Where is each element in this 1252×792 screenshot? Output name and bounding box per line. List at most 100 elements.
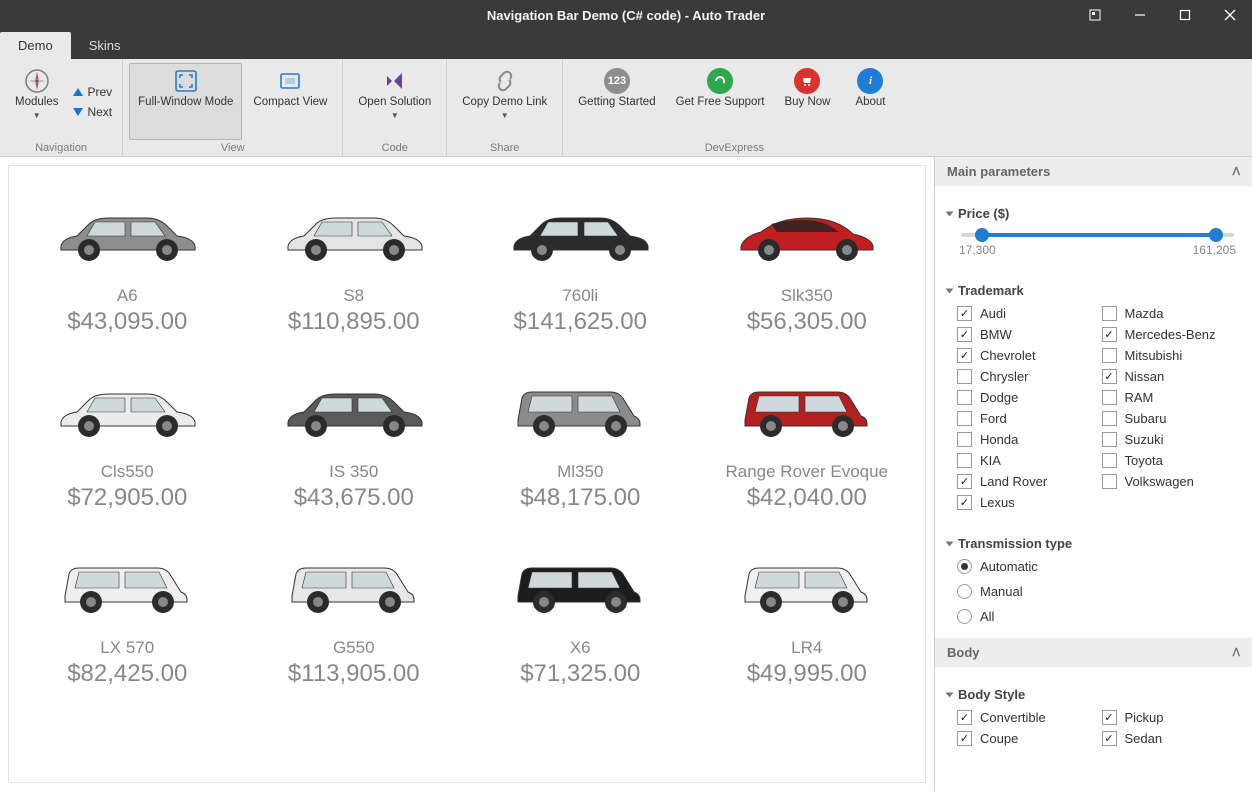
checkbox-label: Dodge xyxy=(980,390,1018,405)
price-slider[interactable] xyxy=(961,233,1234,237)
bodystyle-checkbox[interactable]: Pickup xyxy=(1102,710,1239,725)
car-card[interactable]: S8 $110,895.00 xyxy=(246,186,463,336)
car-card[interactable]: Cls550 $72,905.00 xyxy=(19,362,236,512)
compact-view-button[interactable]: Compact View xyxy=(244,63,336,140)
trademark-checkbox[interactable]: Mazda xyxy=(1102,306,1239,321)
checkbox-label: Chrysler xyxy=(980,369,1028,384)
price-section-title[interactable]: Price ($) xyxy=(947,206,1238,221)
checkbox-label: Chevrolet xyxy=(980,348,1036,363)
modules-button[interactable]: Modules▼ xyxy=(6,63,67,140)
tab-demo[interactable]: Demo xyxy=(0,32,71,59)
checkbox-icon xyxy=(957,348,972,363)
checkbox-icon xyxy=(957,453,972,468)
car-card[interactable]: X6 $71,325.00 xyxy=(472,538,689,688)
window-extra-icon[interactable] xyxy=(1072,0,1117,30)
price-slider-max-thumb[interactable] xyxy=(1209,228,1223,242)
checkbox-label: Suzuki xyxy=(1125,432,1164,447)
trademark-checkbox[interactable]: Dodge xyxy=(957,390,1094,405)
car-name: G550 xyxy=(333,638,375,658)
trademark-checkbox[interactable]: KIA xyxy=(957,453,1094,468)
car-card[interactable]: Slk350 $56,305.00 xyxy=(699,186,916,336)
price-min-label: 17,300 xyxy=(959,243,996,257)
car-image xyxy=(722,538,892,628)
trademark-checkbox[interactable]: Lexus xyxy=(957,495,1094,510)
car-card[interactable]: 760li $141,625.00 xyxy=(472,186,689,336)
trademark-checkbox[interactable]: Land Rover xyxy=(957,474,1094,489)
checkbox-label: Land Rover xyxy=(980,474,1047,489)
car-price: $72,905.00 xyxy=(67,484,187,512)
trademark-checkbox[interactable]: Chrysler xyxy=(957,369,1094,384)
trademark-checkbox[interactable]: RAM xyxy=(1102,390,1239,405)
bodystyle-checkbox[interactable]: Convertible xyxy=(957,710,1094,725)
car-price: $110,895.00 xyxy=(288,308,420,336)
full-window-mode-button[interactable]: Full-Window Mode xyxy=(129,63,242,140)
transmission-radio[interactable]: Manual xyxy=(957,584,1238,599)
trademark-checkbox[interactable]: Nissan xyxy=(1102,369,1239,384)
ribbon-group-code: Code xyxy=(349,140,440,154)
bodystyle-checkbox[interactable]: Sedan xyxy=(1102,731,1239,746)
getting-started-icon: 123 xyxy=(604,68,630,94)
car-card[interactable]: Ml350 $48,175.00 xyxy=(472,362,689,512)
car-price: $71,325.00 xyxy=(520,660,640,688)
body-style-section-title[interactable]: Body Style xyxy=(947,687,1238,702)
link-icon xyxy=(492,68,518,94)
radio-label: Manual xyxy=(980,584,1023,599)
getting-started-button[interactable]: 123 Getting Started xyxy=(569,63,664,140)
checkbox-label: Toyota xyxy=(1125,453,1163,468)
next-button[interactable]: Next xyxy=(73,105,112,119)
car-image xyxy=(269,362,439,452)
trademark-checkbox[interactable]: Toyota xyxy=(1102,453,1239,468)
car-price: $42,040.00 xyxy=(747,484,867,512)
trademark-checkbox[interactable]: Ford xyxy=(957,411,1094,426)
checkbox-icon xyxy=(957,495,972,510)
car-image xyxy=(495,538,665,628)
trademark-checkbox[interactable]: Subaru xyxy=(1102,411,1239,426)
close-icon[interactable] xyxy=(1207,0,1252,30)
price-slider-min-thumb[interactable] xyxy=(975,228,989,242)
buy-now-button[interactable]: Buy Now xyxy=(775,63,839,140)
checkbox-icon xyxy=(957,474,972,489)
chevron-up-icon: ᐱ xyxy=(1232,165,1240,178)
car-name: LX 570 xyxy=(100,638,154,658)
trademark-checkbox[interactable]: Mitsubishi xyxy=(1102,348,1239,363)
minimize-icon[interactable] xyxy=(1117,0,1162,30)
copy-demo-link-button[interactable]: Copy Demo Link▼ xyxy=(453,63,556,140)
checkbox-label: Honda xyxy=(980,432,1018,447)
main-parameters-header[interactable]: Main parameters ᐱ xyxy=(935,157,1252,186)
bodystyle-checkbox[interactable]: Coupe xyxy=(957,731,1094,746)
transmission-radio[interactable]: All xyxy=(957,609,1238,624)
car-image xyxy=(495,362,665,452)
radio-label: All xyxy=(980,609,994,624)
trademark-checkbox[interactable]: Audi xyxy=(957,306,1094,321)
open-solution-button[interactable]: Open Solution▼ xyxy=(349,63,440,140)
trademark-section-title[interactable]: Trademark xyxy=(947,283,1238,298)
car-card[interactable]: IS 350 $43,675.00 xyxy=(246,362,463,512)
transmission-radio[interactable]: Automatic xyxy=(957,559,1238,574)
car-card[interactable]: G550 $113,905.00 xyxy=(246,538,463,688)
car-image xyxy=(269,186,439,276)
checkbox-label: Mazda xyxy=(1125,306,1164,321)
trademark-checkbox[interactable]: Chevrolet xyxy=(957,348,1094,363)
car-price: $82,425.00 xyxy=(67,660,187,688)
checkbox-label: Nissan xyxy=(1125,369,1165,384)
trademark-checkbox[interactable]: Suzuki xyxy=(1102,432,1239,447)
body-header[interactable]: Body ᐱ xyxy=(935,638,1252,667)
get-free-support-button[interactable]: Get Free Support xyxy=(667,63,774,140)
car-card[interactable]: Range Rover Evoque $42,040.00 xyxy=(699,362,916,512)
info-icon: i xyxy=(857,68,883,94)
car-card[interactable]: A6 $43,095.00 xyxy=(19,186,236,336)
car-card[interactable]: LX 570 $82,425.00 xyxy=(19,538,236,688)
tab-skins[interactable]: Skins xyxy=(71,32,139,59)
car-gallery[interactable]: A6 $43,095.00 S8 $110,895.00 760li $141,… xyxy=(8,165,926,783)
trademark-checkbox[interactable]: Mercedes-Benz xyxy=(1102,327,1239,342)
arrow-up-icon xyxy=(73,88,83,96)
car-card[interactable]: LR4 $49,995.00 xyxy=(699,538,916,688)
prev-button[interactable]: Prev xyxy=(73,85,112,99)
about-button[interactable]: i About xyxy=(841,63,899,140)
trademark-checkbox[interactable]: Honda xyxy=(957,432,1094,447)
trademark-checkbox[interactable]: BMW xyxy=(957,327,1094,342)
maximize-icon[interactable] xyxy=(1162,0,1207,30)
fullscreen-icon xyxy=(173,68,199,94)
transmission-section-title[interactable]: Transmission type xyxy=(947,536,1238,551)
trademark-checkbox[interactable]: Volkswagen xyxy=(1102,474,1239,489)
